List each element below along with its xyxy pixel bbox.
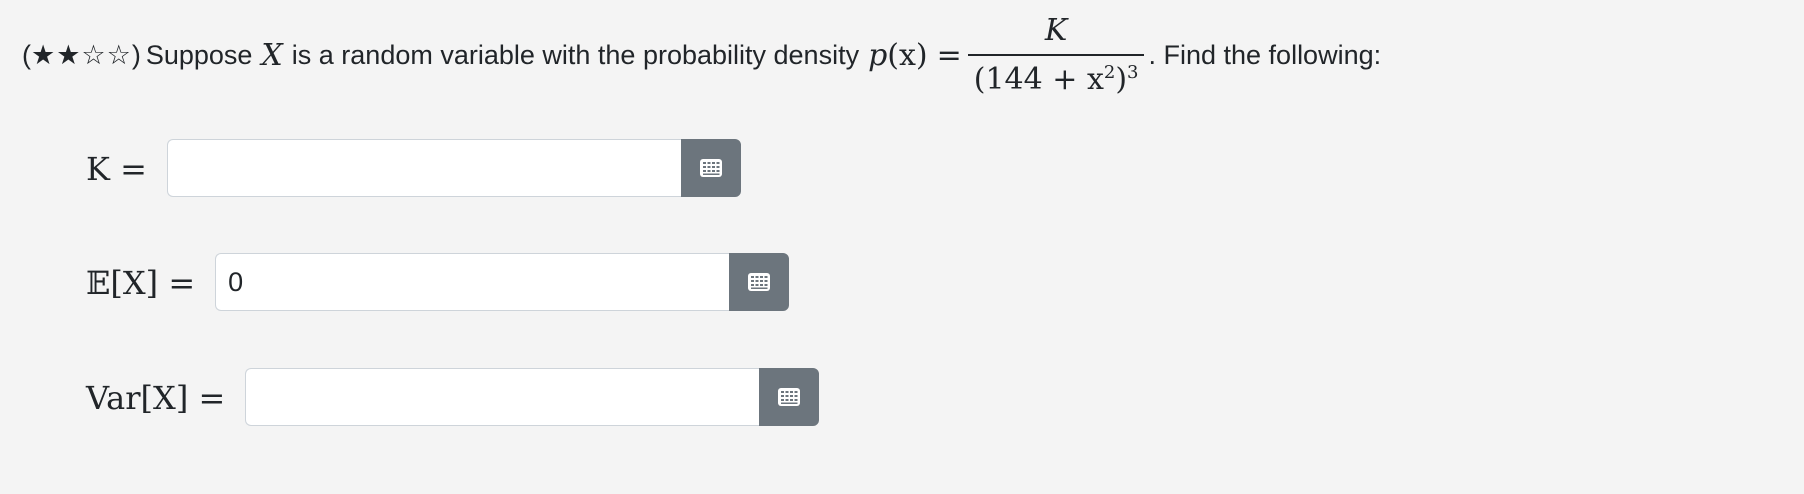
k-row: K =	[86, 139, 741, 199]
k-keyboard-button[interactable]	[680, 139, 741, 197]
density-p: p	[868, 37, 888, 73]
variable-x: X	[261, 37, 283, 73]
variance-label: Var[X] =	[86, 379, 226, 417]
expectation-input[interactable]	[215, 253, 730, 311]
keyboard-icon	[778, 388, 801, 406]
expectation-row: 𝔼[X] =	[86, 253, 790, 313]
density-arg: (x)	[887, 37, 928, 73]
k-label: K =	[86, 150, 147, 188]
denominator-outer-exponent: 3	[1127, 62, 1139, 83]
k-input-group	[166, 139, 741, 199]
density-fraction: K (144 + x2)3	[967, 13, 1145, 97]
variance-input-group	[245, 368, 820, 428]
variance-keyboard-button[interactable]	[759, 368, 820, 426]
expectation-keyboard-button[interactable]	[729, 253, 790, 311]
denominator-base: (144 + x	[973, 62, 1104, 97]
density-lhs: p(x)	[868, 38, 928, 73]
variance-input[interactable]	[245, 368, 760, 426]
k-input[interactable]	[166, 139, 681, 197]
denominator-close: )	[1115, 62, 1128, 97]
variance-row: Var[X] =	[86, 368, 820, 428]
close-paren: )	[131, 39, 141, 70]
expectation-input-group	[215, 253, 790, 313]
question-text-after: . Find the following:	[1148, 39, 1382, 70]
keyboard-icon	[748, 273, 771, 291]
question-text-middle: is a random variable with the probabilit…	[291, 39, 860, 70]
fraction-numerator: K	[1044, 13, 1068, 48]
denominator-inner-exponent: 2	[1103, 62, 1116, 83]
question-text-before: Suppose	[145, 39, 253, 70]
expectation-label: 𝔼[X] =	[86, 264, 196, 302]
keyboard-icon	[699, 159, 722, 177]
difficulty-stars: ★★☆☆	[31, 39, 132, 70]
fraction-denominator: (144 + x2)3	[968, 56, 1145, 97]
equals-sign: =	[936, 37, 962, 73]
open-paren: (	[22, 39, 31, 70]
question-text: (★★☆☆) Suppose X is a random variable wi…	[22, 0, 1381, 110]
